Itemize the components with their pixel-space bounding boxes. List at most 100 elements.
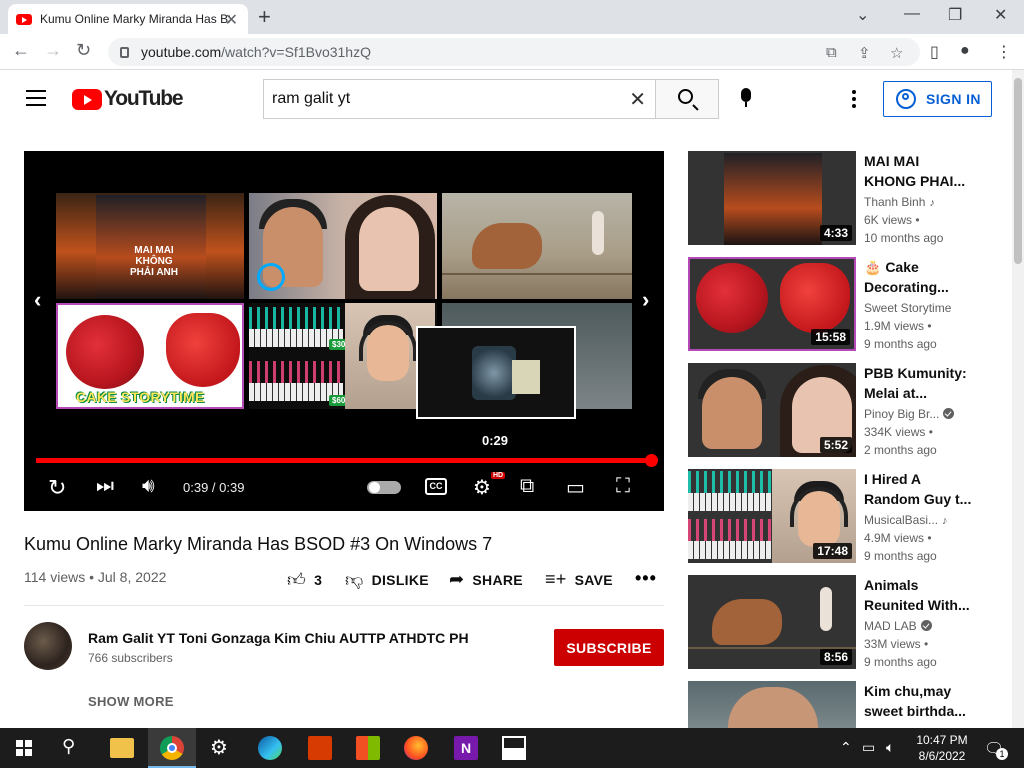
file-explorer-icon[interactable]: [110, 738, 134, 758]
close-window-icon[interactable]: ✕: [994, 5, 1007, 25]
side-panel-icon[interactable]: ▯: [930, 42, 939, 62]
playlist-add-icon: ≡+: [545, 569, 567, 589]
recommendation-item[interactable]: 5:52 PBB Kumunity: Melai at... Pinoy Big…: [688, 363, 988, 457]
back-icon[interactable]: ←: [12, 40, 30, 61]
recommendation-item[interactable]: Kim chu,may sweet birthda...: [688, 681, 988, 728]
open-in-app-icon[interactable]: ⧉: [826, 44, 837, 61]
browser-tab[interactable]: Kumu Online Marky Miranda Has BSOD #3 On…: [8, 4, 248, 34]
photos-taskbar-icon[interactable]: [502, 736, 526, 760]
search-button[interactable]: [655, 79, 719, 119]
address-bar[interactable]: youtube.com/watch?v=Sf1Bvo31hzQ ⧉ ⇪ ☆: [108, 38, 920, 66]
fullscreen-icon[interactable]: ⛶: [616, 475, 630, 498]
endscreen-next-icon[interactable]: ›: [642, 287, 649, 313]
next-video-icon[interactable]: ⏭: [96, 475, 114, 498]
miniplayer-icon[interactable]: ⧉: [520, 475, 534, 498]
recommendation-thumbnail[interactable]: [688, 681, 856, 728]
recommendation-item[interactable]: 8:56 Animals Reunited With... MAD LAB 33…: [688, 575, 988, 669]
endscreen-video-cake[interactable]: CAKE STORYTIME: [56, 303, 244, 409]
recommendation-age: 9 months ago: [864, 337, 937, 351]
verified-icon: [920, 620, 932, 631]
recommendation-channel: MusicalBasi... ♪: [864, 513, 948, 527]
recommendation-thumbnail[interactable]: 5:52: [688, 363, 856, 457]
page-scrollbar[interactable]: [1012, 70, 1024, 728]
subtitles-icon[interactable]: CC: [425, 478, 447, 495]
recommendation-thumbnail[interactable]: 8:56: [688, 575, 856, 669]
search-box: ✕: [263, 79, 656, 119]
volume-icon[interactable]: 🔊︎: [142, 475, 155, 498]
recommendation-thumbnail[interactable]: 4:33: [688, 151, 856, 245]
progress-bar[interactable]: [36, 454, 658, 467]
show-more-button[interactable]: SHOW MORE: [88, 694, 174, 709]
windows-start-icon[interactable]: [16, 740, 32, 756]
tab-title: Kumu Online Marky Miranda Has BSOD #3 On…: [40, 12, 230, 26]
endscreen-prev-icon[interactable]: ‹: [34, 287, 41, 313]
subscribe-button[interactable]: SUBSCRIBE: [554, 629, 664, 666]
clear-search-icon[interactable]: ✕: [629, 87, 646, 112]
recommendation-item[interactable]: 4:33 MAI MAI KHONG PHAI... Thanh Binh ♪ 6…: [688, 151, 988, 245]
recommendation-thumbnail[interactable]: 17:48: [688, 469, 856, 563]
office-taskbar-icon[interactable]: [308, 736, 332, 760]
chrome-taskbar-icon[interactable]: [160, 736, 184, 760]
network-icon[interactable]: ▭: [862, 739, 875, 756]
autoplay-toggle[interactable]: [367, 481, 401, 494]
chrome-menu-icon[interactable]: ⋮: [996, 42, 1012, 62]
verified-icon: [943, 408, 955, 419]
share-page-icon[interactable]: ⇪: [858, 44, 871, 62]
video-meta: 114 views • Jul 8, 2022: [24, 569, 167, 585]
seek-preview-thumbnail: [416, 326, 576, 419]
volume-tray-icon[interactable]: 🔈︎: [886, 739, 894, 756]
profile-icon[interactable]: ●: [960, 42, 970, 60]
recommendation-title[interactable]: MAI MAI KHONG PHAI...: [864, 151, 974, 191]
endscreen-video-sunset[interactable]: MAI MAI KHÔNG PHẢI ANH: [56, 193, 244, 299]
minimize-icon[interactable]: —: [904, 5, 920, 23]
sign-in-button[interactable]: SIGN IN: [883, 81, 992, 117]
store-taskbar-icon[interactable]: [356, 736, 380, 760]
replay-icon[interactable]: ↻: [48, 475, 66, 501]
endscreen-video-music[interactable]: $30 $600: [249, 303, 437, 409]
endscreen-sunset-title: MAI MAI KHÔNG PHẢI ANH: [130, 245, 178, 278]
bookmark-star-icon[interactable]: ☆: [890, 44, 903, 62]
settings-taskbar-icon[interactable]: ⚙: [210, 735, 234, 759]
recommendation-title[interactable]: Kim chu,may sweet birthda...: [864, 681, 974, 721]
scrollbar-thumb[interactable]: [1014, 78, 1022, 264]
channel-avatar[interactable]: [24, 622, 72, 670]
recommendation-title[interactable]: 🎂 Cake Decorating...: [864, 257, 974, 297]
tab-close-icon[interactable]: ✕: [225, 10, 238, 30]
share-button[interactable]: ➦ SHARE: [449, 569, 523, 590]
firefox-taskbar-icon[interactable]: [404, 736, 428, 760]
endscreen-video-horse[interactable]: [442, 193, 632, 299]
video-duration: 17:48: [813, 543, 852, 559]
onenote-taskbar-icon[interactable]: N: [454, 736, 478, 760]
more-actions-icon[interactable]: •••: [635, 568, 657, 589]
edge-taskbar-icon[interactable]: [258, 736, 282, 760]
settings-gear-icon[interactable]: ⚙: [473, 475, 491, 500]
hamburger-menu-icon[interactable]: [26, 90, 46, 106]
search-taskbar-icon[interactable]: ⚲: [62, 736, 86, 760]
recommendation-item[interactable]: 17:48 I Hired A Random Guy t... MusicalB…: [688, 469, 988, 563]
voice-search-icon[interactable]: [740, 88, 752, 108]
save-button[interactable]: ≡+ SAVE: [545, 569, 613, 590]
like-button[interactable]: 👍︎ 3: [287, 569, 322, 591]
tab-search-icon[interactable]: ⌄: [856, 5, 869, 25]
recommendation-thumbnail[interactable]: 15:58: [688, 257, 856, 351]
settings-more-icon[interactable]: [852, 90, 856, 111]
theater-mode-icon[interactable]: ▭: [566, 475, 585, 500]
dislike-button[interactable]: 👎︎ DISLIKE: [345, 569, 429, 591]
recommendation-title[interactable]: PBB Kumunity: Melai at...: [864, 363, 974, 403]
new-tab-icon[interactable]: +: [258, 4, 271, 30]
recommendation-title[interactable]: I Hired A Random Guy t...: [864, 469, 974, 509]
video-player[interactable]: MAI MAI KHÔNG PHẢI ANH CAKE STORYTIME $3…: [24, 151, 664, 511]
youtube-logo[interactable]: YouTube: [72, 87, 184, 111]
channel-name[interactable]: Ram Galit YT Toni Gonzaga Kim Chiu AUTTP…: [88, 630, 469, 646]
recommendation-title[interactable]: Animals Reunited With...: [864, 575, 974, 615]
endscreen-video-pbb[interactable]: [249, 193, 437, 299]
progress-scrubber[interactable]: [645, 454, 658, 467]
recommendation-item[interactable]: 15:58 🎂 Cake Decorating... Sweet Storyti…: [688, 257, 988, 351]
restore-icon[interactable]: ❐: [948, 5, 962, 25]
forward-icon[interactable]: →: [44, 40, 62, 61]
system-clock[interactable]: 10:47 PM 8/6/2022: [912, 732, 972, 764]
show-hidden-icons[interactable]: ⌃: [840, 739, 852, 756]
reload-icon[interactable]: ↻: [76, 40, 91, 61]
clock-time: 10:47 PM: [916, 733, 968, 747]
search-input[interactable]: [272, 90, 612, 108]
